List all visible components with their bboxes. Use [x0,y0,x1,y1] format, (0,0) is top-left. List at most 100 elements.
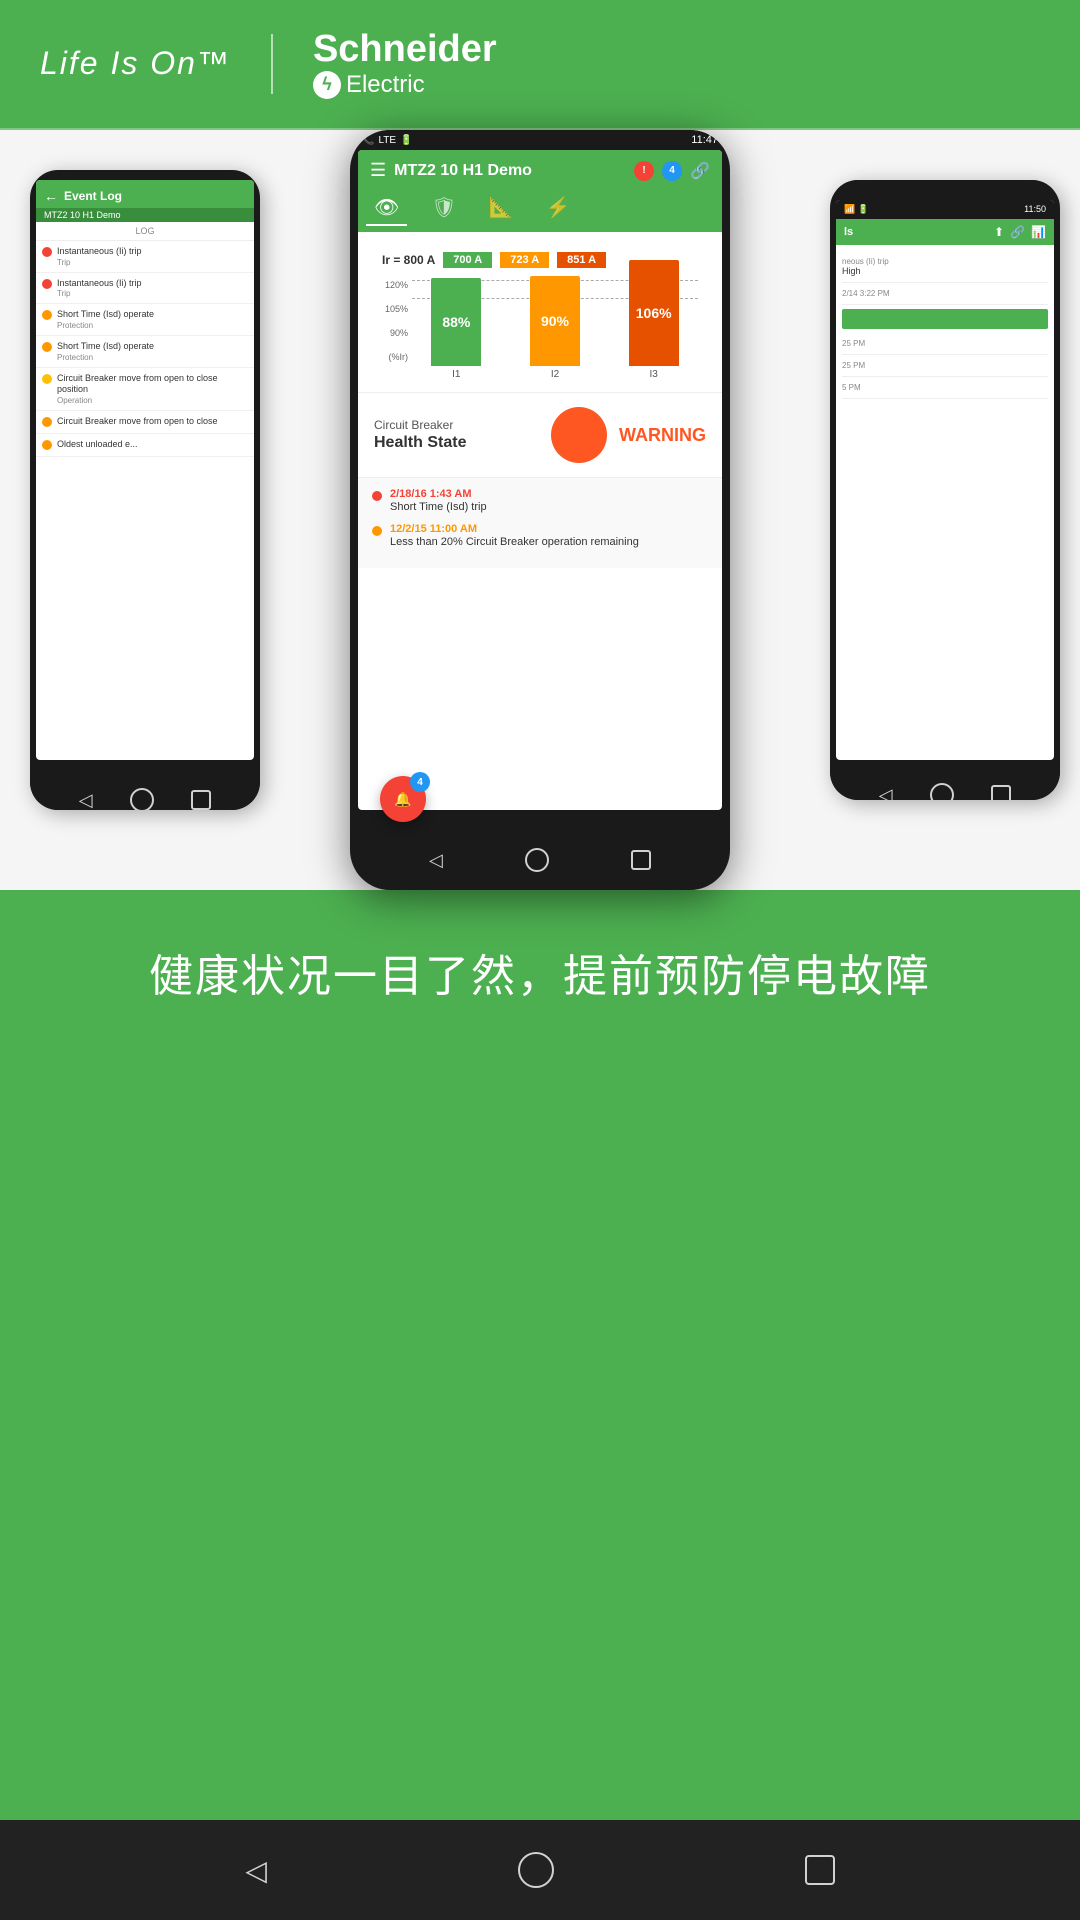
notif-item-2: 12/2/15 11:00 AM Less than 20% Circuit B… [372,523,708,548]
notifications-section: 2/18/16 1:43 AM Short Time (Isd) trip 12… [358,477,722,568]
home-nav-right[interactable] [930,783,954,800]
ir-label: Ir = 800 A [382,253,435,267]
bluetooth-icon[interactable]: 🔗 [1010,225,1025,239]
activity-icon[interactable]: 📊 [1031,225,1046,239]
right-green-bar-1 [842,309,1048,329]
center-back-btn[interactable]: ◁ [429,850,443,871]
log-dot-red-2 [42,279,52,289]
tab-lightning-icon[interactable]: ⚡ [538,191,579,226]
device-home-btn[interactable] [518,1852,554,1888]
tagline-area: 健康状况一目了然，提前预防停电故障 [0,890,1080,1054]
right-item-3: 25 PM [842,333,1048,355]
center-time: 11:47 [691,134,718,146]
chart-section: Ir = 800 A 700 A 723 A 851 A 120% 105% 9… [358,232,722,392]
y-unit: (%Ir) [382,352,408,362]
chart-y-axis: 120% 105% 90% (%Ir) [382,280,412,380]
device-bottom-nav: ◁ [0,1820,1080,1920]
signal-icon: 📞 [362,135,374,146]
back-nav-right[interactable]: ◁ [879,785,893,801]
hamburger-menu-icon[interactable]: ☰ [370,160,386,181]
phone-right-header: ls ⬆ 🔗 📊 [836,219,1054,245]
electric-name: Electric [346,72,425,98]
center-top-bar: 📞 LTE 🔋 11:47 [350,130,730,150]
tab-measure-icon[interactable]: 📐 [481,191,522,226]
tab-shield-icon[interactable]: 🛡 [423,191,464,226]
phone-center: 📞 LTE 🔋 11:47 ☰ MTZ2 10 H1 Demo ! 4 🔗 👁 … [350,130,730,890]
center-home-btn[interactable] [525,848,549,872]
device-recent-btn[interactable] [805,1855,835,1885]
log-item-text-3: Short Time (Isd) operate [57,309,154,321]
log-dot-orange-6 [42,417,52,427]
phone-left: ← Event Log MTZ2 10 H1 Demo LOG Instanta… [30,170,260,810]
schneider-electric-logo: Schneider ϟ Electric [313,29,497,99]
logo-group: Life Is On™ Schneider ϟ Electric [40,29,497,99]
phone-right-action-icons: ⬆ 🔗 📊 [994,225,1046,239]
phone-right-screen: 📶 🔋 11:50 ls ⬆ 🔗 📊 neous (Ii) trip High … [836,200,1054,760]
recent-nav-btn[interactable] [191,790,211,810]
notif-item-1: 2/18/16 1:43 AM Short Time (Isd) trip [372,488,708,513]
x-label-2: I2 [551,369,559,380]
bar-3: 106% [629,260,679,366]
log-item-text-5: Circuit Breaker move from open to close … [57,373,248,396]
se-icon: ϟ [313,71,341,99]
phone-left-subtitle: MTZ2 10 H1 Demo [36,208,254,222]
bar-col-3: 106% I3 [609,260,698,380]
right-item-5: 5 PM [842,377,1048,399]
chart-wrapper: 120% 105% 90% (%Ir) [370,272,710,380]
right-item-4: 25 PM [842,355,1048,377]
log-dot-red-1 [42,247,52,257]
x-label-1: I1 [452,369,460,380]
log-item-5: Circuit Breaker move from open to close … [36,368,254,411]
phone-right-time: 11:50 [1024,204,1046,215]
log-dot-yellow-5 [42,374,52,384]
right-item-2: 2/14 3:22 PM [842,283,1048,305]
amp-badge-3: 851 A [557,252,606,268]
recent-nav-right[interactable] [991,785,1011,800]
log-item-sub-1: Trip [57,258,142,267]
right-label-1: neous (Ii) trip [842,257,1048,266]
notification-badge[interactable]: ! [634,161,654,181]
health-state-section: Circuit Breaker Health State WARNING [358,392,722,477]
phone-left-screen: ← Event Log MTZ2 10 H1 Demo LOG Instanta… [36,180,254,760]
right-label-2: 2/14 3:22 PM [842,289,1048,298]
phone-right-top-bar: 📶 🔋 11:50 [836,200,1054,219]
center-screen: ☰ MTZ2 10 H1 Demo ! 4 🔗 👁 🛡 📐 ⚡ Ir = 800 [358,150,722,810]
right-label-5: 5 PM [842,383,1048,392]
log-item-sub-4: Protection [57,353,154,362]
notif-dot-orange [372,526,382,536]
home-nav-btn[interactable] [130,788,154,810]
chart-main: 88% I1 90% I2 [412,280,698,380]
log-item-4: Short Time (Isd) operateProtection [36,336,254,368]
log-item-text-7: Oldest unloaded e... [57,439,138,451]
bluetooth-header-icon[interactable]: 🔗 [690,161,710,181]
right-label-3: 25 PM [842,339,1048,348]
amp-badge-1: 700 A [443,252,492,268]
center-phone-nav: ◁ [358,830,722,890]
notif-date-2: 12/2/15 11:00 AM [390,523,639,535]
notif-bell-icon: 🔔 [394,791,411,808]
device-back-btn[interactable]: ◁ [245,1854,267,1887]
center-recent-btn[interactable] [631,850,651,870]
back-nav-btn[interactable]: ◁ [79,790,93,811]
bar-pct-1: 88% [442,314,470,330]
phone-left-nav: ◁ [30,770,260,810]
phone-right-content: neous (Ii) trip High 2/14 3:22 PM 25 PM … [836,245,1054,405]
electric-group: ϟ Electric [313,71,497,99]
floating-notification-badge[interactable]: 🔔 4 [380,776,426,822]
phone-right-nav: ◁ [830,770,1060,800]
bar-1: 88% [431,278,481,366]
right-value-1: High [842,266,1048,276]
log-item-sub-2: Trip [57,289,142,298]
phone-right-status-icons: 📶 🔋 [844,204,869,215]
tab-eye-icon[interactable]: 👁 [366,191,407,226]
share-icon[interactable]: ⬆ [994,225,1004,239]
bar-pct-3: 106% [636,305,672,321]
back-arrow-icon[interactable]: ← [44,188,58,204]
log-item-text-2: Instantaneous (Ii) trip [57,278,142,290]
log-item-text-6: Circuit Breaker move from open to close [57,416,218,428]
health-warning-text: WARNING [619,425,706,446]
bars-row: 88% I1 90% I2 [412,280,698,380]
schneider-name: Schneider [313,29,497,71]
log-dot-orange-7 [42,440,52,450]
notif-msg-1: Short Time (Isd) trip [390,501,487,513]
